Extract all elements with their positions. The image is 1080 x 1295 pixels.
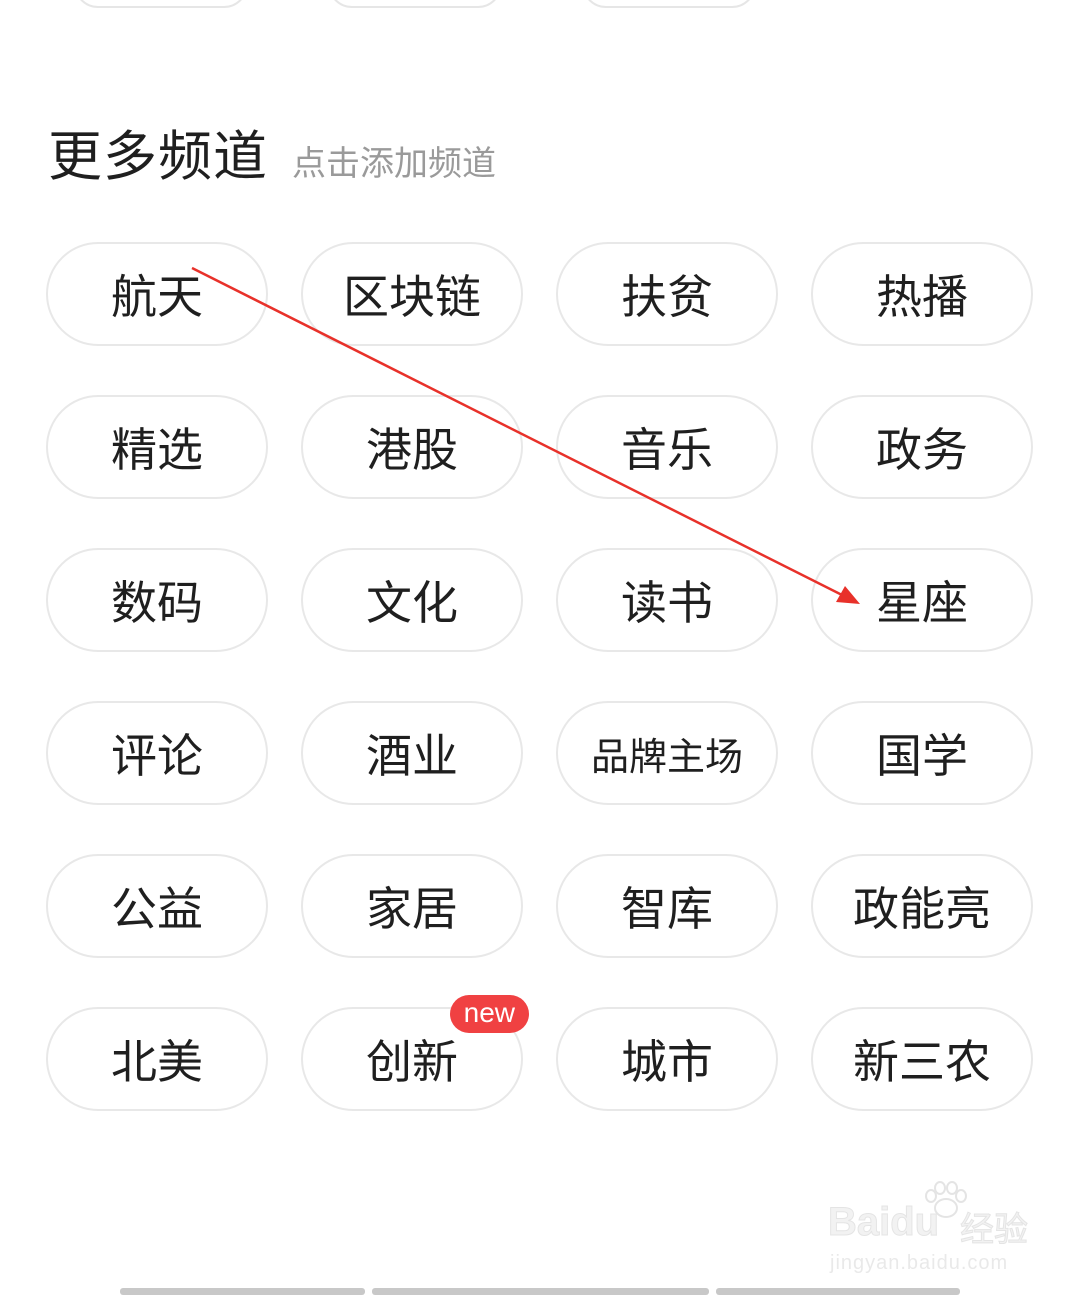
channel-chip[interactable]: 创新 new xyxy=(301,995,529,1111)
channel-label: 区块链 xyxy=(343,270,481,324)
channel-label: 新三农 xyxy=(853,1035,991,1089)
baidu-jingyan-watermark: Baidu 经验 jingyan.baidu.com xyxy=(827,1180,1029,1280)
channel-chip[interactable]: 读书 xyxy=(556,548,778,652)
channel-label: 读书 xyxy=(621,576,713,630)
channel-label: 热播 xyxy=(876,270,968,324)
channel-chip[interactable]: 航天 xyxy=(46,242,268,346)
channel-label: 文化 xyxy=(366,576,458,630)
channel-label: 音乐 xyxy=(621,423,713,477)
channel-chip[interactable]: 城市 xyxy=(556,1007,778,1111)
channel-label: 创新 xyxy=(366,1035,458,1089)
channel-chip[interactable]: 热播 xyxy=(811,242,1033,346)
channel-label: 国学 xyxy=(876,729,968,783)
scroll-indicator xyxy=(372,1288,709,1295)
new-badge: new xyxy=(449,995,529,1033)
channel-chip[interactable]: 新三农 xyxy=(811,1007,1033,1111)
channel-label: 城市 xyxy=(621,1035,713,1089)
watermark-logo: Baidu xyxy=(827,1200,940,1245)
channel-chip[interactable]: 公益 xyxy=(46,854,268,958)
channel-label: 酒业 xyxy=(366,729,458,783)
channel-label: 家居 xyxy=(366,882,458,936)
channel-label: 星座 xyxy=(876,576,968,630)
channel-chip[interactable]: 星座 xyxy=(811,548,1033,652)
channel-label: 政务 xyxy=(876,423,968,477)
channel-label: 政能亮 xyxy=(853,882,991,936)
channel-chip[interactable]: 区块链 xyxy=(301,242,523,346)
watermark-url: jingyan.baidu.com xyxy=(830,1252,1009,1274)
channel-chip[interactable]: 政务 xyxy=(811,395,1033,499)
channel-label: 港股 xyxy=(366,423,458,477)
channel-label: 智库 xyxy=(621,882,713,936)
channel-chip[interactable]: 酒业 xyxy=(301,701,523,805)
channel-chip[interactable]: 文化 xyxy=(301,548,523,652)
channel-label: 航天 xyxy=(111,270,203,324)
channel-label: 公益 xyxy=(111,882,203,936)
channel-label: 品牌主场 xyxy=(590,734,743,779)
channel-chip[interactable]: 港股 xyxy=(301,395,523,499)
watermark-text: 经验 xyxy=(960,1210,1029,1251)
channel-grid: 航天 区块链 扶贫 热播精选 港股 音乐 政务数码 文化 读书 星座评论 酒业 品牌主场 国学公益 家居 智… xyxy=(0,0,1080,1295)
channel-chip[interactable]: 家居 xyxy=(301,854,523,958)
channel-label: 数码 xyxy=(111,576,203,630)
channel-chip[interactable]: 国学 xyxy=(811,701,1033,805)
channel-chip[interactable]: 数码 xyxy=(46,548,268,652)
channel-label: 北美 xyxy=(111,1035,203,1089)
channel-chip[interactable]: 精选 xyxy=(46,395,268,499)
channel-chip[interactable]: 品牌主场 xyxy=(556,701,778,805)
channel-chip[interactable]: 扶贫 xyxy=(556,242,778,346)
channel-label: 扶贫 xyxy=(621,270,713,324)
scroll-indicator xyxy=(120,1288,365,1295)
channel-chip[interactable]: 音乐 xyxy=(556,395,778,499)
channel-chip[interactable]: 北美 xyxy=(46,1007,268,1111)
channel-chip[interactable]: 智库 xyxy=(556,854,778,958)
channel-chip[interactable]: 评论 xyxy=(46,701,268,805)
channel-chip[interactable]: 政能亮 xyxy=(811,854,1033,958)
channel-label: 评论 xyxy=(111,729,203,783)
channel-label: 精选 xyxy=(111,423,203,477)
scroll-indicator xyxy=(716,1288,960,1295)
